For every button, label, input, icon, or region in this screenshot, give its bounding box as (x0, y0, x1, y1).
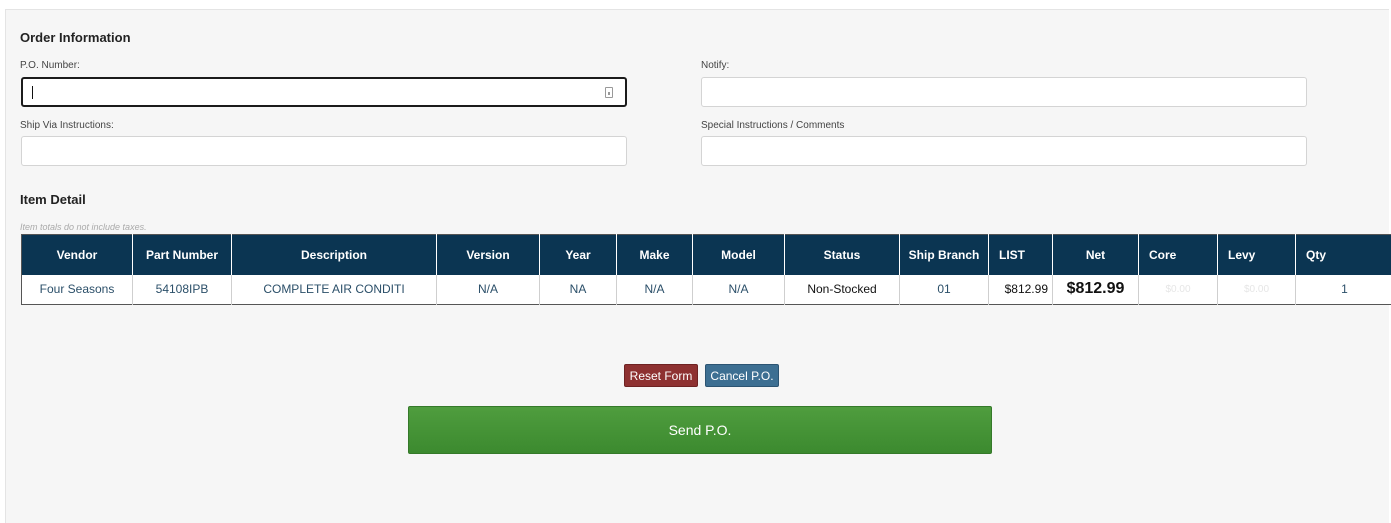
cell-description: COMPLETE AIR CONDITI (231, 274, 437, 305)
item-detail-table: Vendor Part Number Description Version Y… (21, 234, 1391, 305)
ship-via-field[interactable] (21, 136, 627, 166)
cell-model: N/A (692, 274, 785, 305)
column-header-description[interactable]: Description (231, 234, 437, 275)
special-instructions-label: Special Instructions / Comments (701, 120, 845, 131)
cancel-po-button[interactable]: Cancel P.O. (705, 364, 779, 387)
cell-make: N/A (616, 274, 693, 305)
column-header-list[interactable]: LIST (988, 234, 1053, 275)
order-form-panel: Order Information P.O. Number: Notify: S… (5, 9, 1391, 523)
column-header-year[interactable]: Year (539, 234, 617, 275)
ship-via-label: Ship Via Instructions: (20, 120, 114, 131)
column-header-core[interactable]: Core (1138, 234, 1218, 275)
table-row[interactable]: Four Seasons 54108IPB COMPLETE AIR CONDI… (21, 274, 1391, 305)
column-header-net[interactable]: Net (1052, 234, 1139, 275)
cell-part-number: 54108IPB (132, 274, 232, 305)
text-caret (32, 86, 33, 99)
cell-levy: $0.00 (1217, 274, 1296, 305)
column-header-make[interactable]: Make (616, 234, 693, 275)
column-header-ship-branch[interactable]: Ship Branch (899, 234, 989, 275)
column-header-vendor[interactable]: Vendor (21, 234, 133, 275)
cell-status: Non-Stocked (784, 274, 900, 305)
table-header-row: Vendor Part Number Description Version Y… (21, 234, 1391, 275)
column-header-model[interactable]: Model (692, 234, 785, 275)
cell-net-price: $812.99 (1052, 274, 1139, 305)
taxes-note: Item totals do not include taxes. (20, 222, 147, 232)
special-instructions-field[interactable] (701, 136, 1307, 166)
column-header-levy[interactable]: Levy (1217, 234, 1296, 275)
column-header-version[interactable]: Version (436, 234, 540, 275)
item-detail-heading: Item Detail (20, 192, 86, 207)
column-header-qty[interactable]: Qty (1295, 234, 1391, 275)
cell-version: N/A (436, 274, 540, 305)
po-number-label: P.O. Number: (20, 60, 80, 71)
notify-label: Notify: (701, 60, 730, 71)
cell-core: $0.00 (1138, 274, 1218, 305)
notify-field[interactable] (701, 77, 1307, 107)
send-po-button[interactable]: Send P.O. (408, 406, 992, 454)
reset-form-button[interactable]: Reset Form (624, 364, 698, 387)
clipboard-icon[interactable] (605, 87, 613, 98)
po-number-field[interactable] (21, 77, 627, 107)
cell-year: NA (539, 274, 617, 305)
order-information-heading: Order Information (20, 30, 131, 45)
column-header-status[interactable]: Status (784, 234, 900, 275)
cell-list-price: $812.99 (988, 274, 1053, 305)
cell-vendor: Four Seasons (21, 274, 133, 305)
cell-qty: 1 (1341, 282, 1348, 297)
column-header-part-number[interactable]: Part Number (132, 234, 232, 275)
cell-ship-branch: 01 (899, 274, 989, 305)
